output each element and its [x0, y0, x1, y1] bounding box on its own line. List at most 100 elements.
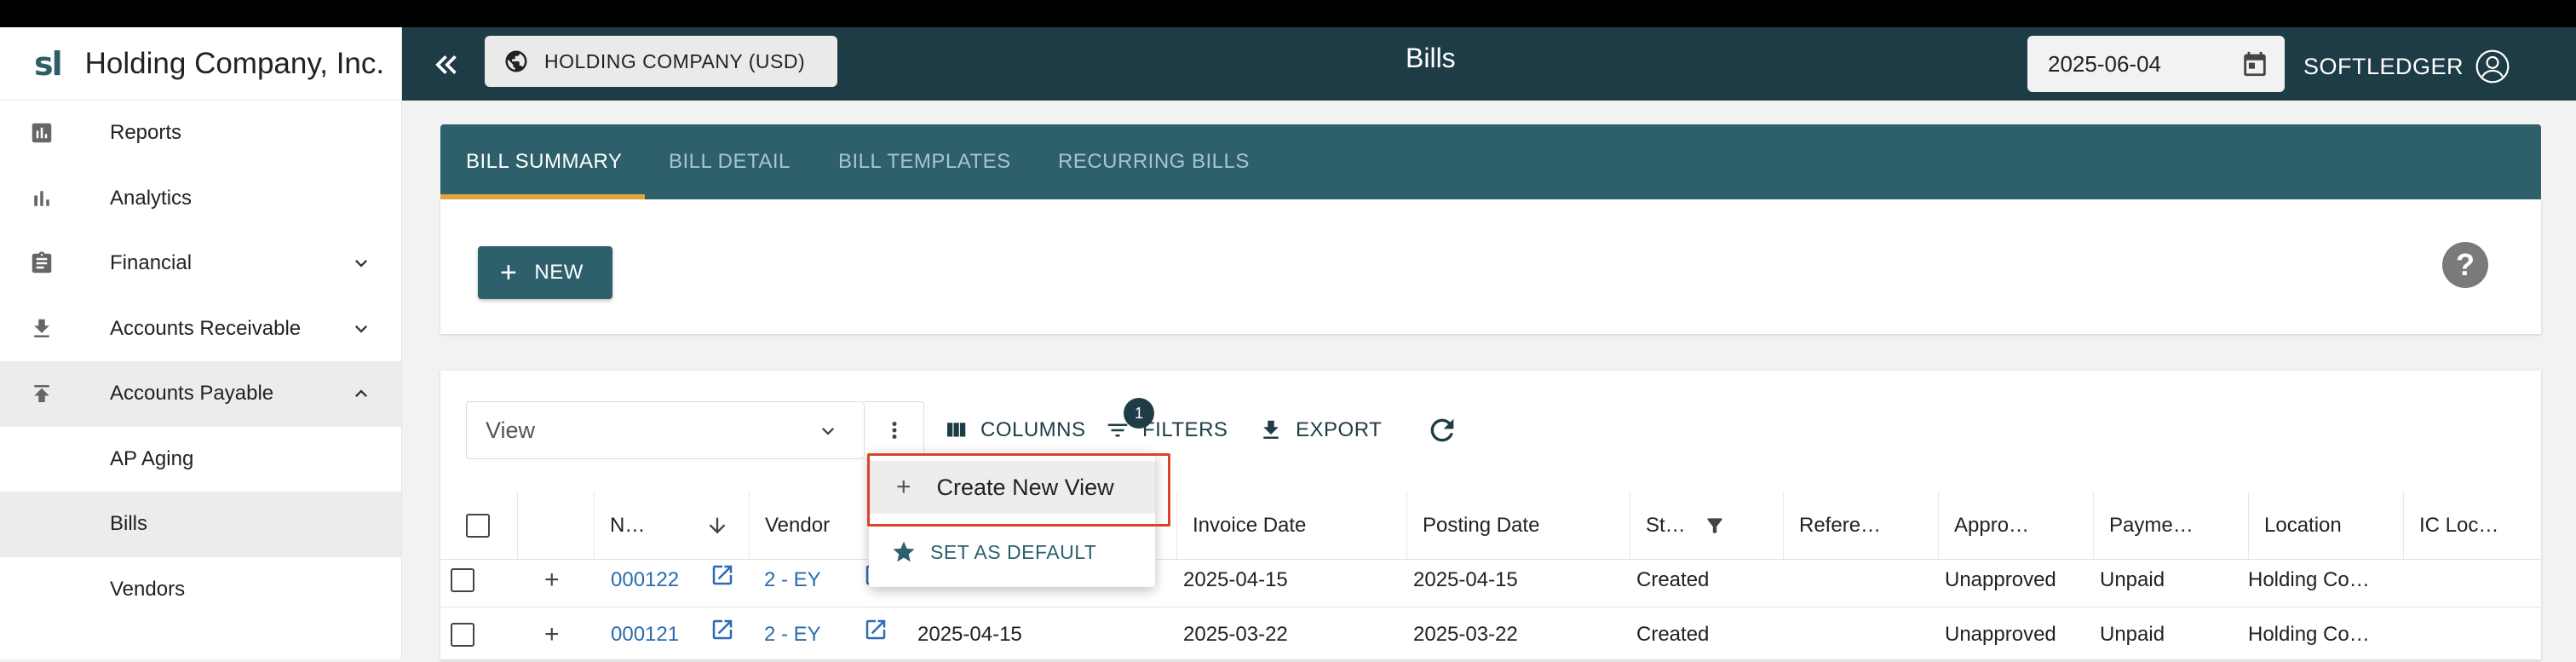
select-all-checkbox[interactable]: [466, 514, 490, 538]
export-button[interactable]: EXPORT: [1258, 415, 1382, 446]
column-header-posting-date[interactable]: Posting Date: [1406, 492, 1630, 560]
column-header-location[interactable]: Location: [2248, 492, 2403, 560]
column-header-label: St…: [1646, 514, 1686, 537]
column-header-ic-location[interactable]: IC Loc…: [2403, 492, 2541, 560]
column-header-label: Location: [2264, 514, 2342, 537]
entity-selector-button[interactable]: HOLDING COMPANY (USD): [485, 36, 837, 87]
top-bezel: [0, 0, 2576, 27]
date-field[interactable]: 2025-06-04: [2027, 36, 2285, 92]
chevron-down-icon[interactable]: [349, 317, 373, 341]
refresh-icon[interactable]: [1425, 413, 1459, 447]
sidebar-item-label: Reports: [110, 121, 182, 145]
columns-label: COLUMNS: [980, 418, 1086, 441]
sort-arrow-down-icon[interactable]: [705, 514, 729, 538]
user-avatar-icon: [2475, 49, 2510, 83]
company-name: Holding Company, Inc.: [84, 46, 385, 80]
open-external-icon[interactable]: [863, 602, 888, 657]
tabs-bar: BILL SUMMARY BILL DETAIL BILL TEMPLATES …: [440, 124, 2541, 199]
tab-bill-summary[interactable]: BILL SUMMARY: [466, 124, 622, 199]
chevron-down-icon[interactable]: [349, 251, 373, 275]
row-select-cell: [451, 553, 474, 607]
sidebar-item-financial[interactable]: Financial: [0, 231, 401, 296]
table-header: N… Vendor Invoice Date Posting Date St… …: [440, 492, 2541, 560]
columns-icon: [947, 423, 966, 437]
column-header-label: Appro…: [1954, 514, 2030, 537]
open-external-icon[interactable]: [710, 602, 735, 657]
expand-row-icon[interactable]: +: [544, 553, 560, 607]
sidebar-item-analytics[interactable]: Analytics: [0, 166, 401, 232]
plus-icon: +: [500, 256, 518, 289]
calendar-icon[interactable]: [2240, 49, 2269, 78]
bar-chart-icon: [29, 186, 55, 211]
expand-header: [517, 492, 594, 560]
sidebar-item-reports[interactable]: Reports: [0, 101, 401, 166]
chevron-up-icon[interactable]: [349, 382, 373, 406]
payment-cell: Unpaid: [2100, 568, 2165, 591]
expand-row-icon[interactable]: +: [544, 607, 560, 662]
column-header-label: Refere…: [1799, 514, 1882, 537]
column-header-label: Invoice Date: [1193, 514, 1307, 537]
vendor-link[interactable]: 2 - EY: [764, 553, 821, 607]
page-title: Bills: [1406, 43, 1456, 73]
tab-bill-detail[interactable]: BILL DETAIL: [669, 124, 791, 199]
sidebar-item-label: Analytics: [110, 186, 193, 210]
sidebar-item-label: Accounts Payable: [110, 382, 274, 406]
column-header-reference[interactable]: Refere…: [1783, 492, 1938, 560]
status-cell: Created: [1636, 623, 1710, 646]
sidebar-item-ap-aging[interactable]: AP Aging: [0, 427, 401, 492]
column-header-invoice-date[interactable]: Invoice Date: [1176, 492, 1406, 560]
column-header-payment[interactable]: Payme…: [2093, 492, 2248, 560]
new-bill-button[interactable]: + NEW: [478, 246, 612, 299]
download-icon: [29, 316, 55, 342]
view-select[interactable]: View: [466, 401, 865, 459]
clipboard-icon: [29, 250, 55, 276]
row-checkbox[interactable]: [451, 568, 474, 592]
sidebar-item-accounts-payable[interactable]: Accounts Payable: [0, 361, 401, 427]
posting-date-cell: 2025-04-15: [1413, 568, 1518, 591]
tab-recurring-bills[interactable]: RECURRING BILLS: [1058, 124, 1250, 199]
filters-label: FILTERS: [1142, 418, 1228, 441]
invoice-date-cell: 2025-04-15: [1183, 568, 1288, 591]
column-header-status[interactable]: St…: [1630, 492, 1783, 560]
approval-cell: Unapproved: [1945, 568, 2056, 591]
date-value: 2025-06-04: [2048, 50, 2161, 77]
user-name: SOFTLEDGER: [2303, 53, 2464, 79]
vendor-link[interactable]: 2 - EY: [764, 607, 821, 662]
payment-cell: Unpaid: [2100, 623, 2165, 646]
brand[interactable]: sl Holding Company, Inc.: [0, 27, 401, 101]
reports-icon: [29, 120, 55, 146]
column-header-approval[interactable]: Appro…: [1938, 492, 2093, 560]
globe-icon: [505, 50, 527, 72]
filter-funnel-icon[interactable]: [1704, 515, 1726, 537]
status-cell: Created: [1636, 568, 1710, 591]
filters-count-badge: 1: [1124, 398, 1154, 429]
row-select-cell: [451, 607, 474, 662]
top-header: HOLDING COMPANY (USD) Bills 2025-06-04 S…: [402, 27, 2576, 101]
tab-bill-templates[interactable]: BILL TEMPLATES: [838, 124, 1011, 199]
row-checkbox[interactable]: [451, 623, 474, 647]
table-row[interactable]: + 000122 2 - EY 2025-04-15 2025-04-15 Cr…: [440, 553, 2541, 607]
help-icon[interactable]: ?: [2442, 242, 2488, 288]
sidebar-item-bills[interactable]: Bills: [0, 492, 401, 557]
create-new-view-menu-item[interactable]: + Create New View: [869, 461, 1155, 514]
sidebar-item-label: Bills: [110, 512, 148, 536]
posting-date-cell: 2025-03-22: [1413, 623, 1518, 646]
plus-icon: +: [896, 473, 911, 501]
table-row[interactable]: + 000121 2 - EY 2025-04-15 2025-03-22 20…: [440, 607, 2541, 662]
bill-number-link[interactable]: 000121: [611, 607, 679, 662]
collapse-sidebar-icon[interactable]: [428, 46, 465, 83]
filters-button[interactable]: FILTERS: [1105, 415, 1228, 446]
set-as-default-menu-item[interactable]: SET AS DEFAULT: [869, 529, 1155, 575]
user-menu[interactable]: SOFTLEDGER: [2303, 48, 2511, 85]
sidebar: sl Holding Company, Inc. Reports Analyti…: [0, 27, 402, 659]
sidebar-item-accounts-receivable[interactable]: Accounts Receivable: [0, 296, 401, 362]
sidebar-item-vendors[interactable]: Vendors: [0, 557, 401, 623]
app-logo: sl: [34, 44, 63, 83]
open-external-icon[interactable]: [710, 548, 735, 602]
view-options-button[interactable]: [865, 401, 924, 459]
bill-number-link[interactable]: 000122: [611, 553, 679, 607]
columns-button[interactable]: COLUMNS: [943, 415, 1086, 446]
bills-grid: View COLUMNS FILTERS 1 EXPORT N… Vendor …: [440, 371, 2541, 662]
column-header-label: Payme…: [2109, 514, 2194, 537]
location-cell: Holding Co…: [2248, 568, 2370, 591]
